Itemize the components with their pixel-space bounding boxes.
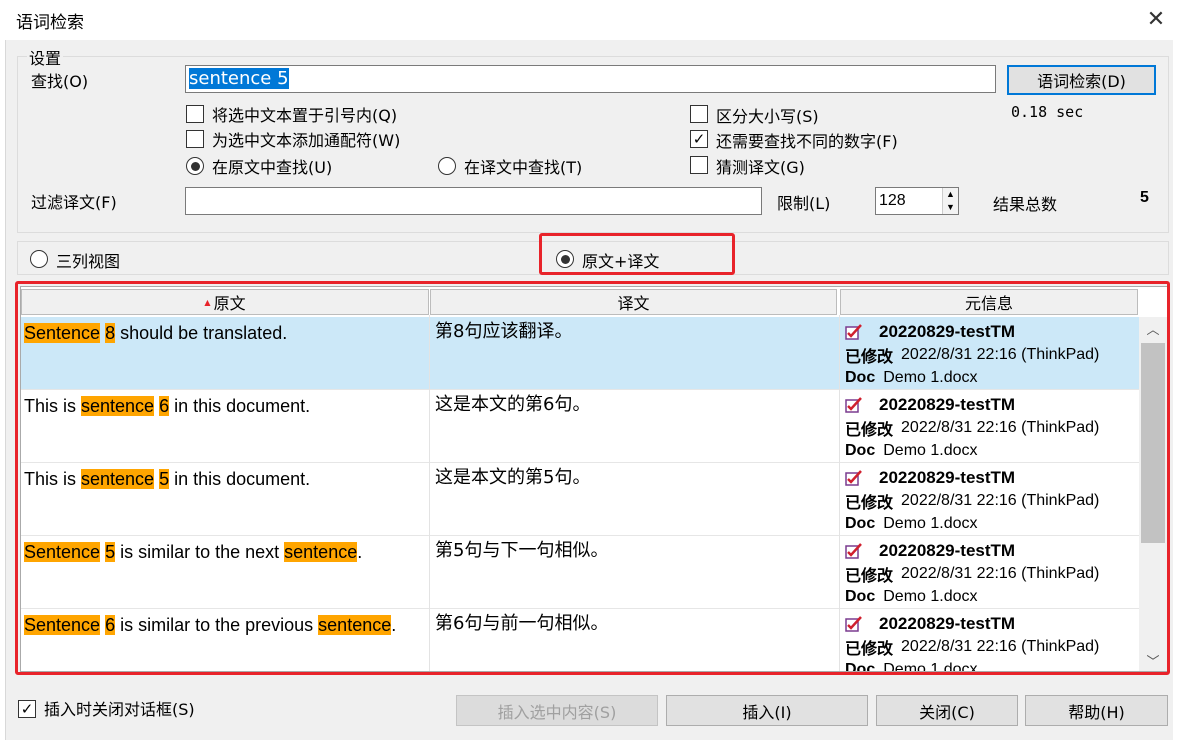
filter-label: 过滤译文(F) (31, 193, 117, 212)
close-window-icon[interactable]: ✕ (1138, 2, 1174, 36)
find-input-value: sentence 5 (189, 68, 289, 89)
option-checkbox-wildcards[interactable] (186, 130, 204, 148)
radio-search-target[interactable] (438, 157, 456, 175)
radio-label-search-source: 在原文中查找(U) (212, 158, 333, 177)
option-label-wildcards: 为选中文本添加通配符(W) (212, 131, 401, 150)
filter-input[interactable] (185, 187, 762, 215)
limit-label: 限制(L) (777, 194, 831, 213)
limit-value: 128 (879, 192, 906, 209)
option-label-numbers: 还需要查找不同的数字(F) (716, 132, 898, 151)
close-on-insert-label: 插入时关闭对话框(S) (44, 700, 195, 719)
insert-button[interactable]: 插入(I) (666, 695, 868, 726)
option-label-quotes: 将选中文本置于引号内(Q) (212, 106, 398, 125)
help-button[interactable]: 帮助(H) (1025, 695, 1168, 726)
title-bar (0, 0, 1182, 40)
radio-source-target[interactable] (556, 250, 574, 268)
radio-search-source[interactable] (186, 157, 204, 175)
total-value: 5 (1140, 189, 1149, 206)
elapsed-time: 0.18 sec (1011, 103, 1084, 121)
close-button[interactable]: 关闭(C) (876, 695, 1018, 726)
find-input[interactable]: sentence 5 (185, 65, 996, 93)
radio-label-source-target: 原文+译文 (582, 252, 660, 271)
radio-three-column[interactable] (30, 250, 48, 268)
radio-label-three-column: 三列视图 (56, 252, 121, 271)
option-checkbox-guess[interactable] (690, 156, 708, 174)
find-label: 查找(O) (31, 72, 89, 91)
option-label-guess: 猜测译文(G) (716, 158, 805, 177)
option-checkbox-case[interactable] (690, 105, 708, 123)
limit-stepper[interactable]: 128 ▲ ▼ (875, 187, 959, 215)
radio-label-search-target: 在译文中查找(T) (464, 158, 583, 177)
close-on-insert-checkbox[interactable]: ✓ (18, 700, 36, 718)
total-label: 结果总数 (993, 195, 1058, 214)
limit-down-icon[interactable]: ▼ (943, 201, 958, 214)
insert-selection-button[interactable]: 插入选中内容(S) (456, 695, 658, 726)
option-checkbox-quotes[interactable] (186, 105, 204, 123)
option-label-case: 区分大小写(S) (716, 107, 819, 126)
limit-up-icon[interactable]: ▲ (943, 188, 958, 201)
settings-legend: 设置 (27, 45, 64, 69)
option-checkbox-numbers[interactable]: ✓ (690, 130, 708, 148)
window-title: 语词检索 (16, 13, 84, 33)
concordance-search-button[interactable]: 语词检索(D) (1007, 65, 1156, 95)
annotation-box-results (15, 281, 1170, 675)
